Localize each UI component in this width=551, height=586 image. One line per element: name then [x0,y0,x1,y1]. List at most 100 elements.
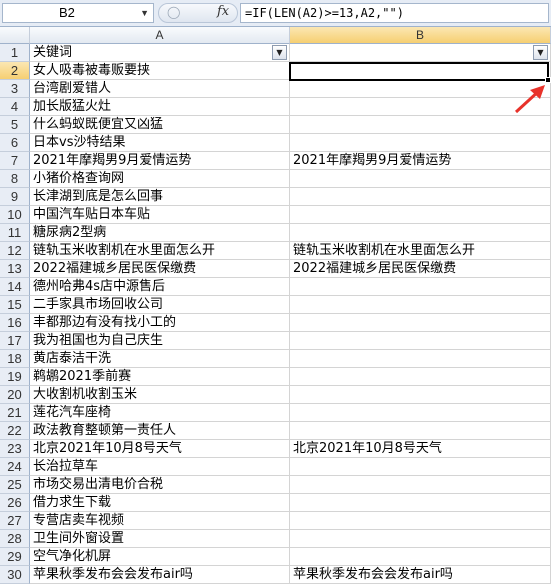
row-header[interactable]: 14 [0,278,30,296]
cell-b[interactable] [290,278,551,296]
row-header[interactable]: 22 [0,422,30,440]
cell-a[interactable]: 苹果秋季发布会会发布air吗 [30,566,290,584]
cell-a[interactable]: 二手家具市场回收公司 [30,296,290,314]
cell-b[interactable]: 2021年摩羯男9月爱情运势 [290,152,551,170]
cell-a[interactable]: 2022福建城乡居民医保缴费 [30,260,290,278]
cell-b[interactable] [290,350,551,368]
row-header[interactable]: 4 [0,98,30,116]
row-header[interactable]: 30 [0,566,30,584]
cell-a[interactable]: 中国汽车贴日本车贴 [30,206,290,224]
row-header[interactable]: 10 [0,206,30,224]
row-header[interactable]: 6 [0,134,30,152]
cell-a[interactable]: 德州哈弗4s店中源售后 [30,278,290,296]
row-header[interactable]: 5 [0,116,30,134]
cell-b[interactable]: 苹果秋季发布会会发布air吗 [290,566,551,584]
row-header[interactable]: 11 [0,224,30,242]
name-box-dropdown-icon[interactable]: ▼ [140,4,149,22]
cell-a[interactable]: 糖尿病2型病 [30,224,290,242]
cell-a[interactable]: 日本vs沙特结果 [30,134,290,152]
filter-dropdown-a-icon[interactable]: ▼ [272,45,287,60]
cell-a[interactable]: 什么蚂蚁既便宜又凶猛 [30,116,290,134]
row-header[interactable]: 3 [0,80,30,98]
cell-a[interactable]: 莲花汽车座椅 [30,404,290,422]
row-header[interactable]: 24 [0,458,30,476]
row-header[interactable]: 17 [0,332,30,350]
cell-b[interactable]: ▼ [290,44,551,62]
row-header[interactable]: 18 [0,350,30,368]
row-header[interactable]: 29 [0,548,30,566]
row-header[interactable]: 25 [0,476,30,494]
cell-a[interactable]: 长津湖到底是怎么回事 [30,188,290,206]
cell-a[interactable]: 我为祖国也为自己庆生 [30,332,290,350]
cell-a[interactable]: 卫生间外窗设置 [30,530,290,548]
cell-a[interactable]: 台湾剧爱错人 [30,80,290,98]
row-header[interactable]: 20 [0,386,30,404]
cell-a[interactable]: 丰都那边有没有找小工的 [30,314,290,332]
cell-a-text: 长治拉草车 [33,459,99,474]
row-header[interactable]: 26 [0,494,30,512]
cell-b[interactable] [290,530,551,548]
cell-a[interactable]: 北京2021年10月8号天气 [30,440,290,458]
cell-b[interactable] [290,512,551,530]
cell-a[interactable]: 政法教育整顿第一责任人 [30,422,290,440]
cell-b[interactable] [290,116,551,134]
row-header[interactable]: 15 [0,296,30,314]
cell-a[interactable]: 关键词 ▼ [30,44,290,62]
row-header[interactable]: 21 [0,404,30,422]
column-header-a[interactable]: A [30,27,290,44]
cell-b[interactable] [290,404,551,422]
row-header[interactable]: 2 [0,62,30,80]
fill-handle[interactable] [545,77,551,83]
column-header-b[interactable]: B [290,27,551,44]
row-header[interactable]: 9 [0,188,30,206]
cell-a[interactable]: 加长版猛火灶 [30,98,290,116]
cell-a[interactable]: 鹈鹕2021季前赛 [30,368,290,386]
cell-a[interactable]: 市场交易出清电价合税 [30,476,290,494]
row-header[interactable]: 7 [0,152,30,170]
cell-a[interactable]: 小猪价格查询网 [30,170,290,188]
cell-b[interactable] [290,494,551,512]
name-box[interactable]: B2 ▼ [2,3,154,23]
cell-b[interactable] [290,458,551,476]
row-header[interactable]: 1 [0,44,30,62]
row-header[interactable]: 28 [0,530,30,548]
cell-a[interactable]: 女人吸毒被毒贩要挟 [30,62,290,80]
cell-b[interactable] [290,224,551,242]
cell-b[interactable] [290,206,551,224]
cell-b[interactable] [290,62,551,80]
formula-input[interactable]: =IF(LEN(A2)>=13,A2,"") [240,3,549,23]
select-all-corner[interactable] [0,27,30,44]
row-header[interactable]: 12 [0,242,30,260]
cell-b[interactable] [290,422,551,440]
row-header[interactable]: 27 [0,512,30,530]
cell-b[interactable] [290,548,551,566]
cell-a[interactable]: 黄店泰洁干洗 [30,350,290,368]
cell-b[interactable] [290,332,551,350]
table-row: 16 丰都那边有没有找小工的 [0,314,551,332]
cell-b[interactable] [290,314,551,332]
cell-a[interactable]: 链轨玉米收割机在水里面怎么开 [30,242,290,260]
filter-dropdown-b-icon[interactable]: ▼ [533,45,548,60]
cell-a[interactable]: 大收割机收割玉米 [30,386,290,404]
row-header[interactable]: 8 [0,170,30,188]
cell-a[interactable]: 2021年摩羯男9月爱情运势 [30,152,290,170]
row-header[interactable]: 19 [0,368,30,386]
cell-b[interactable]: 链轨玉米收割机在水里面怎么开 [290,242,551,260]
cell-b[interactable] [290,386,551,404]
cell-a[interactable]: 专营店卖车视频 [30,512,290,530]
cell-b[interactable] [290,296,551,314]
row-header[interactable]: 13 [0,260,30,278]
cell-a[interactable]: 借力求生下载 [30,494,290,512]
cell-b[interactable] [290,476,551,494]
cell-a[interactable]: 长治拉草车 [30,458,290,476]
cell-b[interactable] [290,170,551,188]
cell-b[interactable] [290,188,551,206]
cell-b[interactable] [290,134,551,152]
cell-b[interactable] [290,368,551,386]
cell-a[interactable]: 空气净化机屏 [30,548,290,566]
insert-function-button[interactable]: fx [217,4,229,19]
cell-b[interactable]: 2022福建城乡居民医保缴费 [290,260,551,278]
cell-b[interactable]: 北京2021年10月8号天气 [290,440,551,458]
row-header[interactable]: 23 [0,440,30,458]
row-header[interactable]: 16 [0,314,30,332]
